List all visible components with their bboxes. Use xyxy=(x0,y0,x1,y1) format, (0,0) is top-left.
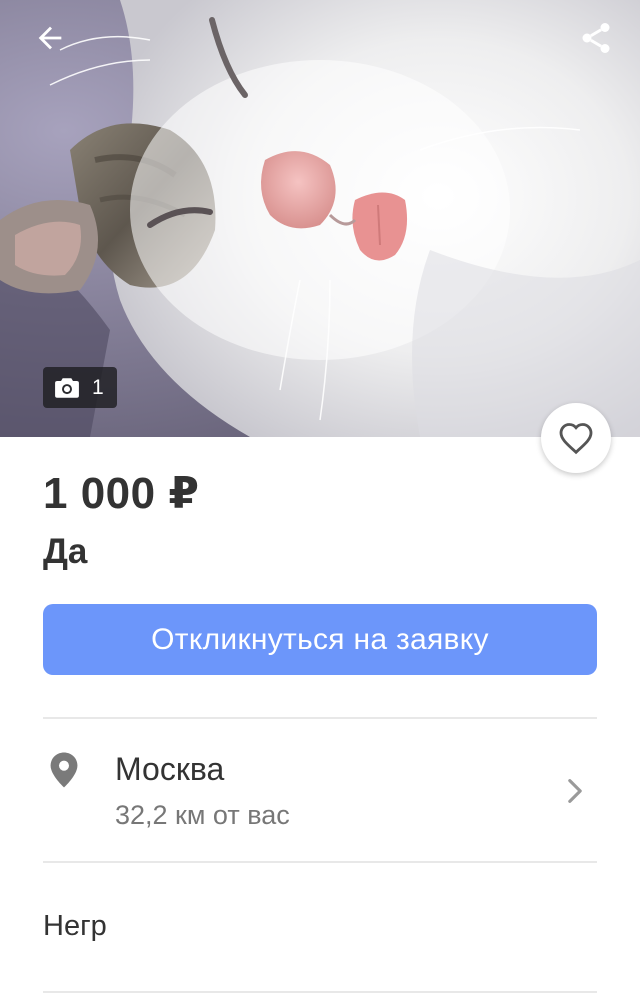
location-city: Москва xyxy=(115,751,225,787)
camera-icon xyxy=(55,377,79,398)
arrow-left-icon xyxy=(38,26,62,50)
location-row[interactable]: Москва 32,2 км от вас xyxy=(0,720,640,862)
listing-price: 1 000 ₽ xyxy=(43,469,200,518)
back-button[interactable] xyxy=(26,14,74,62)
map-pin-icon xyxy=(50,752,78,788)
listing-title: Да xyxy=(43,532,88,571)
divider xyxy=(43,861,597,863)
respond-button[interactable]: Откликнуться на заявку xyxy=(43,604,597,675)
listing-screen: 1 1 000 ₽ Да Откликнуться на заявку Моск… xyxy=(0,0,640,995)
divider xyxy=(43,717,597,719)
share-button[interactable] xyxy=(572,14,620,62)
photo-counter[interactable]: 1 xyxy=(43,367,117,408)
photo-count: 1 xyxy=(92,375,104,399)
chevron-right-icon xyxy=(568,779,582,803)
location-distance: 32,2 км от вас xyxy=(115,800,290,830)
listing-description: Негр xyxy=(43,910,107,942)
listing-photo[interactable]: 1 xyxy=(0,0,640,437)
share-icon xyxy=(582,23,610,53)
favorite-button[interactable] xyxy=(541,403,611,473)
heart-outline-icon xyxy=(559,423,593,455)
divider xyxy=(43,991,597,993)
